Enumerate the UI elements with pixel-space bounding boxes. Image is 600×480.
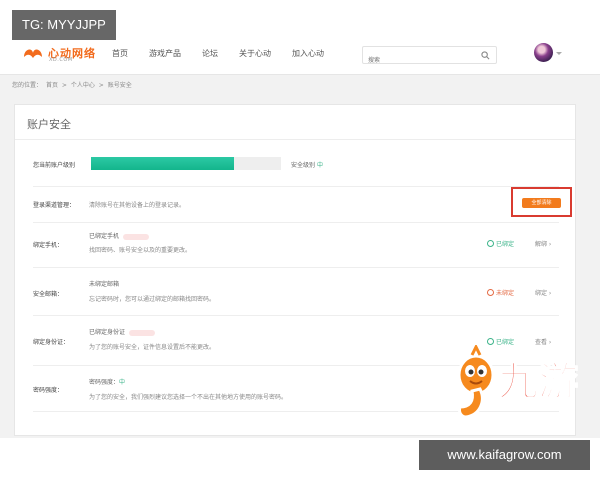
- user-avatar[interactable]: [534, 43, 553, 62]
- breadcrumb: 您的位置： 首页 > 个人中心 > 账号安全: [12, 80, 134, 89]
- breadcrumb-current: 账号安全: [107, 82, 132, 89]
- security-level-label: 安全级别: [291, 162, 316, 169]
- password-strength-label: 密码强度：: [33, 387, 64, 394]
- unbind-phone-link[interactable]: 解绑 ›: [535, 239, 551, 248]
- bind-email-link[interactable]: 绑定 ›: [535, 288, 551, 297]
- email-status-line: 未绑定邮箱: [89, 281, 120, 288]
- idcard-desc: 为了您的账号安全，证件信息设置后不能更改。: [89, 344, 216, 351]
- nav-item-games[interactable]: 游戏产品: [149, 48, 181, 59]
- watermark-tag: TG: MYYJJPP: [12, 10, 116, 40]
- site-logo[interactable]: 心动网络 XD.COM: [22, 42, 102, 66]
- breadcrumb-user-center[interactable]: 个人中心: [71, 82, 95, 89]
- chevron-down-icon[interactable]: [556, 52, 562, 55]
- page-title: 账户安全: [27, 118, 71, 131]
- unbind-phone-label: 解绑: [535, 241, 548, 248]
- nav-item-join[interactable]: 加入心动: [292, 48, 324, 59]
- jiuyou-logo-icon: 九游: [457, 345, 579, 419]
- phone-status-text: 已绑定手机: [89, 233, 120, 240]
- security-email-label: 安全邮箱：: [33, 291, 64, 298]
- breadcrumb-separator: >: [98, 82, 104, 89]
- search-input[interactable]: [363, 52, 463, 69]
- security-progress-bar: [91, 157, 281, 170]
- logo-mark-icon: [24, 49, 42, 58]
- masked-phone-number: [123, 233, 150, 240]
- watermark-site: www.kaifagrow.com: [419, 440, 590, 470]
- security-level-value: 中: [317, 162, 324, 169]
- breadcrumb-prefix: 您的位置：: [12, 82, 43, 89]
- security-progress-fill: [91, 157, 234, 170]
- clear-all-highlight: 全部清除: [511, 187, 572, 217]
- search-icon[interactable]: [481, 51, 490, 60]
- search-box: [362, 46, 497, 69]
- breadcrumb-bar: 您的位置： 首页 > 个人中心 > 账号安全: [0, 74, 600, 92]
- masked-idcard-number: [129, 329, 156, 336]
- nav-item-forum[interactable]: 论坛: [202, 48, 218, 59]
- warning-circle-icon: [487, 289, 494, 296]
- row-divider: [33, 315, 559, 316]
- bind-idcard-label: 绑定身份证：: [33, 339, 70, 346]
- password-strength-value: 中: [119, 379, 126, 386]
- row-divider: [33, 222, 559, 223]
- idcard-status-text: 已绑定身份证: [89, 329, 126, 336]
- login-channel-desc: 清除账号在其他设备上的登录记录。: [89, 202, 186, 209]
- logo-subtext: XD.COM: [49, 57, 73, 63]
- bind-phone-label: 绑定手机：: [33, 242, 64, 249]
- email-status: 未绑定: [496, 290, 515, 297]
- phone-status-badge: 已绑定: [487, 239, 514, 248]
- check-circle-icon: [487, 338, 494, 345]
- password-desc: 为了您的安全，我们强烈建议您选择一个不出在其他地方使用的账号密码。: [89, 394, 288, 401]
- check-circle-icon: [487, 240, 494, 247]
- login-channel-label: 登录渠道管理：: [33, 202, 76, 209]
- breadcrumb-home[interactable]: 首页: [46, 82, 58, 89]
- main-nav: 首页 游戏产品 论坛 关于心动 加入心动: [112, 48, 345, 59]
- nav-item-about[interactable]: 关于心动: [239, 48, 271, 59]
- security-level: 安全级别中: [291, 160, 323, 169]
- title-divider: [15, 139, 575, 140]
- jiuyou-logo-text: 九游: [498, 359, 578, 405]
- password-strength-line: 密码强度：中: [89, 377, 125, 386]
- phone-status-line: 已绑定手机: [89, 231, 150, 240]
- email-status-badge: 未绑定: [487, 288, 514, 297]
- row-divider: [33, 267, 559, 268]
- nav-item-home[interactable]: 首页: [112, 48, 128, 59]
- idcard-status-line: 已绑定身份证: [89, 327, 156, 336]
- clear-all-button[interactable]: 全部清除: [522, 198, 561, 208]
- phone-status: 已绑定: [496, 241, 515, 248]
- bind-email-label: 绑定: [535, 290, 548, 297]
- email-desc: 忘记密码时，您可以通过绑定的邮箱找回密码。: [89, 296, 216, 303]
- row-divider: [33, 186, 559, 187]
- phone-desc: 找回密码、账号安全以及的重要更改。: [89, 247, 192, 254]
- site-header: 心动网络 XD.COM 首页 游戏产品 论坛 关于心动 加入心动: [0, 40, 600, 70]
- password-strength-prefix: 密码强度：: [89, 379, 120, 386]
- level-label: 您当前账户级别: [33, 162, 76, 169]
- breadcrumb-separator: >: [61, 82, 67, 89]
